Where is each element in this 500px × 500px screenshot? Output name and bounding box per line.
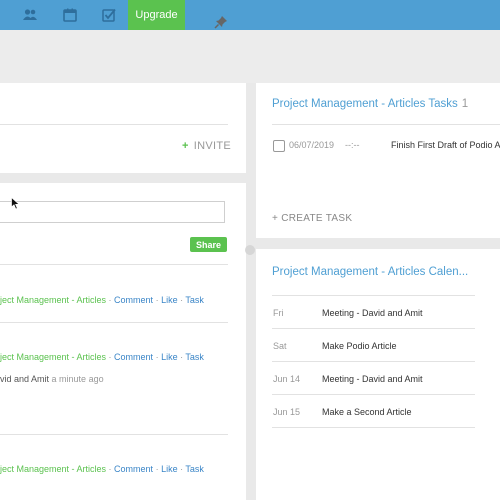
column-resize-handle[interactable] (245, 245, 255, 255)
separator: · (106, 295, 115, 305)
create-task-button[interactable]: + CREATE TASK (272, 213, 352, 224)
pin-icon[interactable] (214, 15, 228, 29)
event-day: Jun 15 (273, 407, 301, 417)
event-day: Jun 14 (273, 374, 301, 384)
like-link[interactable]: Like (161, 352, 178, 362)
tasks-title-text: Project Management - Articles Tasks (272, 98, 458, 110)
divider (0, 264, 228, 265)
calendar-icon[interactable] (62, 8, 78, 22)
separator: · (153, 464, 162, 474)
app-link[interactable]: ject Management - Articles (0, 352, 106, 362)
task-due-time: --:-- (345, 140, 360, 150)
divider (272, 124, 500, 125)
activity-stream-card (0, 183, 246, 500)
separator: · (153, 352, 162, 362)
separator: · (106, 352, 115, 362)
divider (0, 124, 228, 125)
stream-item-actions: ject Management - Articles · Comment · L… (0, 295, 204, 305)
comment-link[interactable]: Comment (114, 295, 153, 305)
tasks-card-title[interactable]: Project Management - Articles Tasks 1 (272, 98, 468, 110)
upgrade-button[interactable]: Upgrade (128, 0, 185, 30)
like-link[interactable]: Like (161, 295, 178, 305)
divider (272, 295, 475, 296)
comment-link[interactable]: Comment (114, 352, 153, 362)
event-title[interactable]: Make Podio Article (322, 341, 397, 351)
event-title[interactable]: Meeting - David and Amit (322, 308, 423, 318)
like-link[interactable]: Like (161, 464, 178, 474)
invite-button[interactable]: + INVITE (182, 140, 231, 152)
divider (272, 361, 475, 362)
task-title[interactable]: Finish First Draft of Podio A (391, 140, 500, 150)
comment-link[interactable]: Comment (114, 464, 153, 474)
event-day: Sat (273, 341, 287, 351)
divider (272, 394, 475, 395)
stream-item-meta: vid and Amit a minute ago (0, 374, 104, 384)
separator: · (153, 295, 162, 305)
invite-label: INVITE (193, 140, 231, 152)
app-link[interactable]: ject Management - Articles (0, 464, 106, 474)
share-button[interactable]: Share (190, 237, 227, 252)
calendar-card-title[interactable]: Project Management - Articles Calen... (272, 266, 468, 278)
task-due-date: 06/07/2019 (289, 140, 335, 150)
event-title[interactable]: Meeting - David and Amit (322, 374, 423, 384)
tasks-check-icon[interactable] (101, 8, 117, 22)
top-nav-bar: Upgrade (0, 0, 500, 30)
task-link[interactable]: Task (185, 464, 204, 474)
task-count: 1 (461, 98, 469, 110)
stream-item-actions: ject Management - Articles · Comment · L… (0, 352, 204, 362)
workspace-card (0, 83, 246, 173)
divider (0, 434, 228, 435)
separator: · (106, 464, 115, 474)
author-name[interactable]: vid and Amit (0, 374, 49, 384)
divider (272, 328, 475, 329)
divider (272, 427, 475, 428)
event-day: Fri (273, 308, 284, 318)
sub-header (0, 30, 500, 83)
task-checkbox[interactable] (273, 140, 285, 152)
mouse-cursor-icon (11, 197, 20, 210)
contacts-icon[interactable] (22, 8, 38, 22)
stream-item-actions: ject Management - Articles · Comment · L… (0, 464, 204, 474)
divider (0, 322, 228, 323)
task-link[interactable]: Task (185, 295, 204, 305)
event-title[interactable]: Make a Second Article (322, 407, 412, 417)
timestamp: a minute ago (51, 374, 104, 384)
task-link[interactable]: Task (185, 352, 204, 362)
status-update-input[interactable] (0, 201, 225, 223)
app-link[interactable]: ject Management - Articles (0, 295, 106, 305)
